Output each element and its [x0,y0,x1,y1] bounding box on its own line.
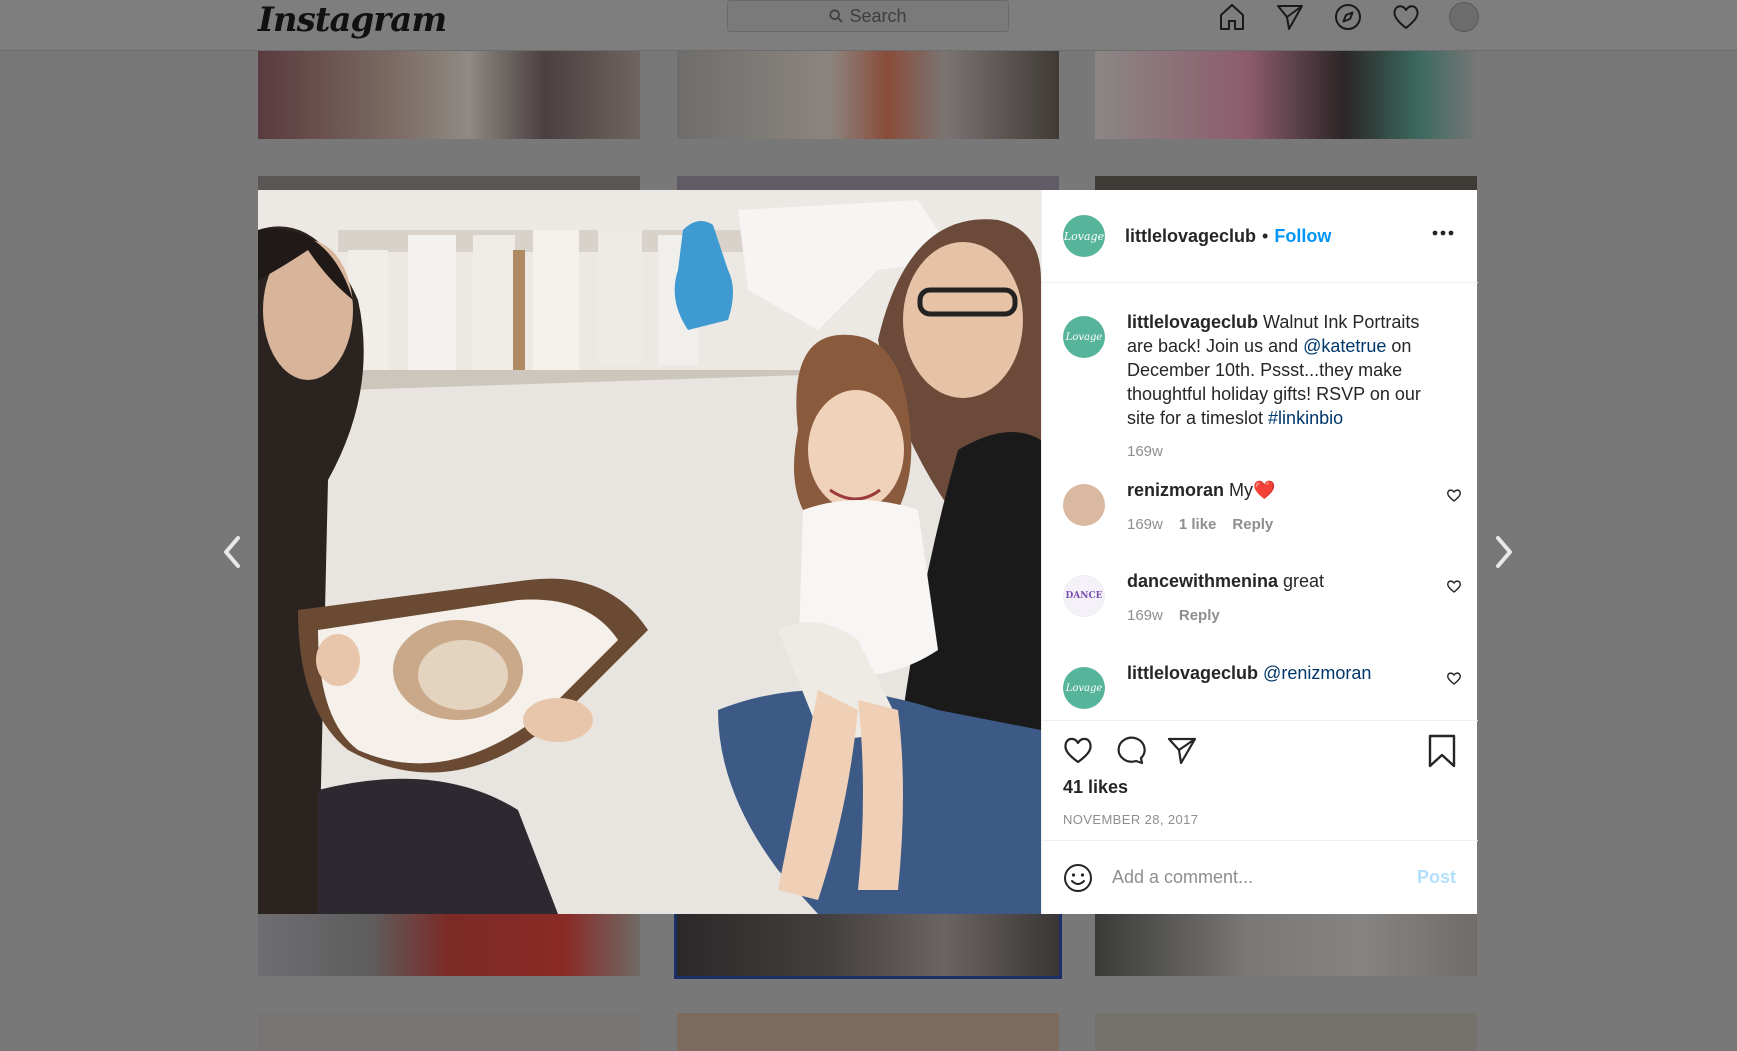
like-button[interactable] [1062,734,1094,766]
follow-button[interactable]: Follow [1274,226,1331,247]
add-comment-bar: Post [1042,840,1478,914]
share-icon [1167,737,1197,765]
photo-scene [258,190,1041,914]
search-box[interactable]: Search [727,0,1009,32]
heart-icon [1447,489,1461,502]
grid-thumbnail[interactable] [677,1013,1059,1051]
post-actions: 41 likes NOVEMBER 28, 2017 [1042,720,1478,840]
commenter-avatar[interactable]: Lovage [1063,667,1105,709]
grid-thumbnail[interactable] [677,176,1059,190]
comment-username[interactable]: littlelovageclub [1127,663,1258,683]
home-icon[interactable] [1216,1,1248,33]
more-icon [1432,230,1454,236]
caption-hashtag[interactable]: #linkinbio [1268,408,1343,428]
grid-thumbnail-selected[interactable] [674,911,1062,979]
comment-likes[interactable]: 1 like [1179,516,1217,533]
grid-thumbnail[interactable] [258,176,640,190]
heart-icon [1064,737,1092,764]
post-modal: Lovage littlelovageclub • Follow Lovage … [258,190,1478,914]
reply-button[interactable]: Reply [1179,607,1220,624]
grid-thumbnail[interactable] [258,914,640,976]
commenter-avatar[interactable]: DANCE [1063,575,1105,617]
top-navigation-bar: Instagram Search [0,0,1737,51]
nav-icons [1216,0,1480,34]
caption-username[interactable]: littlelovageclub [1127,312,1258,332]
comment-meta: 169w Reply [1127,607,1220,624]
chevron-right-icon [1496,536,1512,568]
comment-username[interactable]: renizmoran [1127,480,1224,500]
comment-input[interactable] [1112,861,1402,894]
caption-time[interactable]: 169w [1127,443,1163,460]
grid-thumbnail[interactable] [1095,914,1477,976]
likes-count[interactable]: 41 likes [1063,777,1128,798]
save-button[interactable] [1426,734,1458,768]
grid-thumbnail[interactable] [677,51,1059,139]
post-side-panel: Lovage littlelovageclub • Follow Lovage … [1041,190,1478,914]
profile-avatar[interactable] [1448,1,1480,33]
caption-meta: 169w [1127,443,1163,460]
comment-meta: 169w 1 like Reply [1127,516,1273,533]
separator-dot: • [1262,225,1269,246]
instagram-logo[interactable]: Instagram [258,0,447,48]
grid-thumbnail[interactable] [1095,176,1477,190]
comment-username[interactable]: dancewithmenina [1127,571,1278,591]
comment-like-button[interactable] [1446,670,1464,688]
post-comment-button[interactable]: Post [1417,867,1456,888]
search-icon [829,9,844,23]
caption-avatar[interactable]: Lovage [1063,316,1105,358]
comments-list[interactable]: Lovage littlelovageclub Walnut Ink Portr… [1042,284,1478,714]
comment-body: My [1224,480,1254,500]
comment-time[interactable]: 169w [1127,607,1163,624]
comment-text: littlelovageclub @renizmoran [1127,661,1447,685]
grid-thumbnail[interactable] [1095,1013,1477,1051]
post-date[interactable]: NOVEMBER 28, 2017 [1063,812,1198,827]
caption-text: littlelovageclub Walnut Ink Portraits ar… [1127,310,1447,430]
direct-icon[interactable] [1274,1,1306,33]
next-post-button[interactable] [1488,532,1518,572]
comment-button[interactable] [1114,734,1146,766]
comment-mention[interactable]: @renizmoran [1263,663,1371,683]
author-avatar[interactable]: Lovage [1063,215,1105,257]
caption-mention[interactable]: @katetrue [1303,336,1386,356]
heart-icon [1447,580,1461,593]
emoji-icon [1064,863,1092,892]
reply-button[interactable]: Reply [1232,516,1273,533]
post-header: Lovage littlelovageclub • Follow [1042,190,1478,283]
share-button[interactable] [1166,734,1198,766]
chevron-left-icon [224,536,240,568]
comment-body: great [1278,571,1325,591]
post-photo[interactable] [258,190,1041,914]
heart-icon [1447,672,1461,685]
comment-like-button[interactable] [1446,487,1464,505]
explore-icon[interactable] [1332,1,1364,33]
grid-thumbnail[interactable] [258,1013,640,1051]
comment-emoji: ❤️ [1253,480,1276,500]
grid-thumbnail[interactable] [1095,51,1477,139]
comment-text: renizmoran My❤️ [1127,478,1447,502]
comment-time[interactable]: 169w [1127,516,1163,533]
emoji-button[interactable] [1062,862,1094,894]
previous-post-button[interactable] [218,532,248,572]
comment-like-button[interactable] [1446,578,1464,596]
more-options-button[interactable] [1430,220,1456,246]
grid-thumbnail[interactable] [258,51,640,139]
activity-heart-icon[interactable] [1390,1,1422,33]
action-icons [1062,734,1198,766]
author-username[interactable]: littlelovageclub [1125,226,1256,247]
search-placeholder: Search [849,5,907,26]
commenter-avatar[interactable] [1063,484,1105,526]
comment-text: dancewithmenina great [1127,569,1447,593]
comment-icon [1117,736,1146,765]
bookmark-icon [1428,734,1456,768]
